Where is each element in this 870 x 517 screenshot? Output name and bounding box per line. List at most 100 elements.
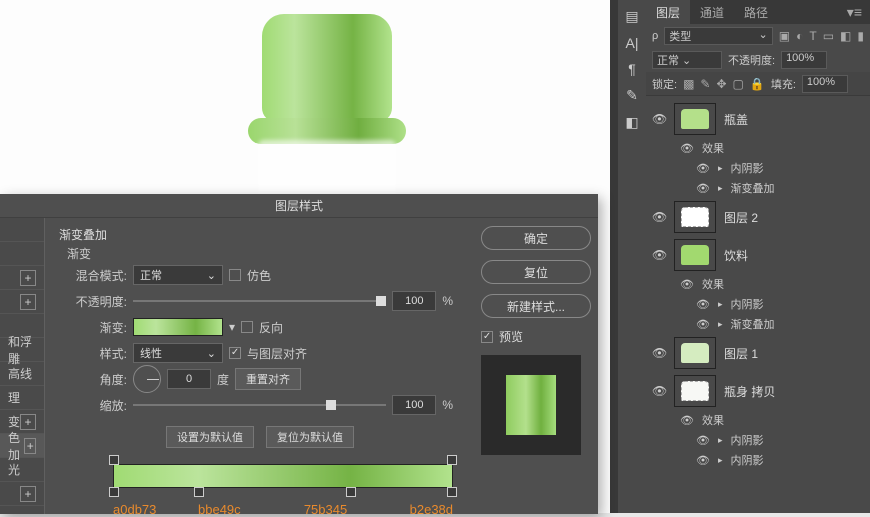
style-list-item[interactable] [0,218,44,242]
gradient-stop[interactable] [346,487,356,497]
style-list-item[interactable]: 和浮雕 [0,338,44,362]
layer-fx-item[interactable]: 👁▸渐变叠加 [646,314,870,334]
measure-icon[interactable]: ◧ [625,114,638,131]
degree-unit: 度 [217,371,229,388]
layer-fx-item[interactable]: 👁▸内阴影 [646,430,870,450]
reset-default-button[interactable]: 复位为默认值 [266,426,354,448]
angle-label: 角度: [67,371,127,388]
filter-smart-icon[interactable]: ◧ [840,29,851,43]
hex-label: a0db73 [113,502,198,517]
layer-effects-row[interactable]: 👁效果 [646,410,870,430]
layer-fx-item[interactable]: 👁▸内阴影 [646,294,870,314]
visibility-icon[interactable]: 👁 [652,210,666,224]
layer-effects-row[interactable]: 👁效果 [646,274,870,294]
layer-fx-item[interactable]: 👁▸内阴影 [646,158,870,178]
align-label: 与图层对齐 [247,345,307,362]
add-icon[interactable]: + [20,270,36,286]
brush-icon[interactable]: ✎ [626,87,638,104]
ok-button[interactable]: 确定 [481,226,591,250]
preview-checkbox[interactable] [481,331,493,343]
kind-filter[interactable]: 类型 ⌄ [664,27,773,45]
gradient-stop[interactable] [109,487,119,497]
filter-type-icon[interactable]: T [809,29,816,43]
visibility-icon[interactable]: 👁 [652,384,666,398]
blend-mode-select[interactable]: 正常 ⌄ [652,51,722,69]
layer-item[interactable]: 👁 瓶盖 [646,100,870,138]
style-list-item[interactable]: + [0,290,44,314]
gradient-stop[interactable] [194,487,204,497]
hex-label: b2e38d [368,502,453,517]
align-checkbox[interactable] [229,347,241,359]
paragraph-icon[interactable]: ¶ [628,61,636,77]
lock-brush-icon[interactable]: ✎ [700,77,710,91]
layer-fx-item[interactable]: 👁▸渐变叠加 [646,178,870,198]
layer-name: 饮料 [724,247,748,264]
blendmode-label: 混合模式: [67,267,127,284]
scale-input[interactable] [392,395,436,415]
layer-item[interactable]: 👁 瓶身 拷贝 [646,372,870,410]
panel-menu-icon[interactable]: ▾≡ [839,4,870,21]
opacity-input[interactable] [392,291,436,311]
layer-list: 👁 瓶盖 👁效果 👁▸内阴影 👁▸渐变叠加 👁 图层 2 👁 饮料 👁效果 👁▸… [646,96,870,474]
opacity-slider[interactable] [133,300,386,302]
tab-channels[interactable]: 通道 [690,0,734,24]
blendmode-select[interactable]: 正常 ⌄ [133,265,223,285]
tab-layers[interactable]: 图层 [646,0,690,24]
lock-move-icon[interactable]: ✥ [716,77,726,91]
scale-slider[interactable] [133,404,386,406]
angle-dial[interactable] [133,365,161,393]
dialog-content: 渐变叠加 渐变 混合模式: 正常 ⌄ 仿色 不透明度: % 渐变: ▾ [45,218,467,514]
style-list-item[interactable]: 高线 [0,362,44,386]
layer-item[interactable]: 👁 图层 2 [646,198,870,236]
style-list-item[interactable] [0,242,44,266]
fill-field[interactable]: 100% [802,75,848,93]
set-default-button[interactable]: 设置为默认值 [166,426,254,448]
layer-thumb[interactable] [674,201,716,233]
dither-checkbox[interactable] [229,269,241,281]
new-style-button[interactable]: 新建样式... [481,294,591,318]
layer-fx-item[interactable]: 👁▸内阴影 [646,450,870,470]
add-icon[interactable]: + [24,438,36,454]
opacity-field[interactable]: 100% [781,51,827,69]
add-icon[interactable]: + [20,486,36,502]
lock-all-icon[interactable]: 🔒 [750,77,765,91]
filter-toggle-icon[interactable]: ▮ [857,29,864,43]
reset-align-button[interactable]: 重置对齐 [235,368,301,390]
dialog-buttons: 确定 复位 新建样式... 预览 [467,218,605,514]
angle-input[interactable] [167,369,211,389]
cancel-button[interactable]: 复位 [481,260,591,284]
lock-artboard-icon[interactable]: ▢ [733,77,744,91]
visibility-icon[interactable]: 👁 [652,346,666,360]
add-icon[interactable]: + [20,294,36,310]
visibility-icon[interactable]: 👁 [652,248,666,262]
layer-name: 瓶盖 [724,111,748,128]
lock-pixels-icon[interactable]: ▩ [683,77,694,91]
layer-item[interactable]: 👁 图层 1 [646,334,870,372]
scale-label: 缩放: [67,397,127,414]
tab-paths[interactable]: 路径 [734,0,778,24]
layer-thumb[interactable] [674,337,716,369]
layer-item[interactable]: 👁 饮料 [646,236,870,274]
layer-name: 图层 2 [724,209,758,226]
style-list-item[interactable]: + [0,266,44,290]
reverse-checkbox[interactable] [241,321,253,333]
gradient-stop[interactable] [447,487,457,497]
add-icon[interactable]: + [20,414,36,430]
text-icon[interactable]: A| [626,35,639,51]
filter-adjust-icon[interactable]: ◐ [796,29,803,43]
style-list-item[interactable]: 理 [0,386,44,410]
gradient-preview[interactable] [133,318,223,336]
vertical-separator [610,0,618,513]
filter-pixel-icon[interactable]: ▣ [779,29,790,43]
visibility-icon[interactable]: 👁 [652,112,666,126]
filter-shape-icon[interactable]: ▭ [823,29,834,43]
style-select[interactable]: 线性 ⌄ [133,343,223,363]
style-list-item[interactable]: + [0,482,44,506]
layer-thumb[interactable] [674,375,716,407]
gradient-bar[interactable] [113,464,453,488]
layer-thumb[interactable] [674,103,716,135]
layer-effects-row[interactable]: 👁效果 [646,138,870,158]
layer-thumb[interactable] [674,239,716,271]
swatches-icon[interactable]: ▤ [625,8,638,25]
style-list-item[interactable]: 色加+ [0,434,44,458]
